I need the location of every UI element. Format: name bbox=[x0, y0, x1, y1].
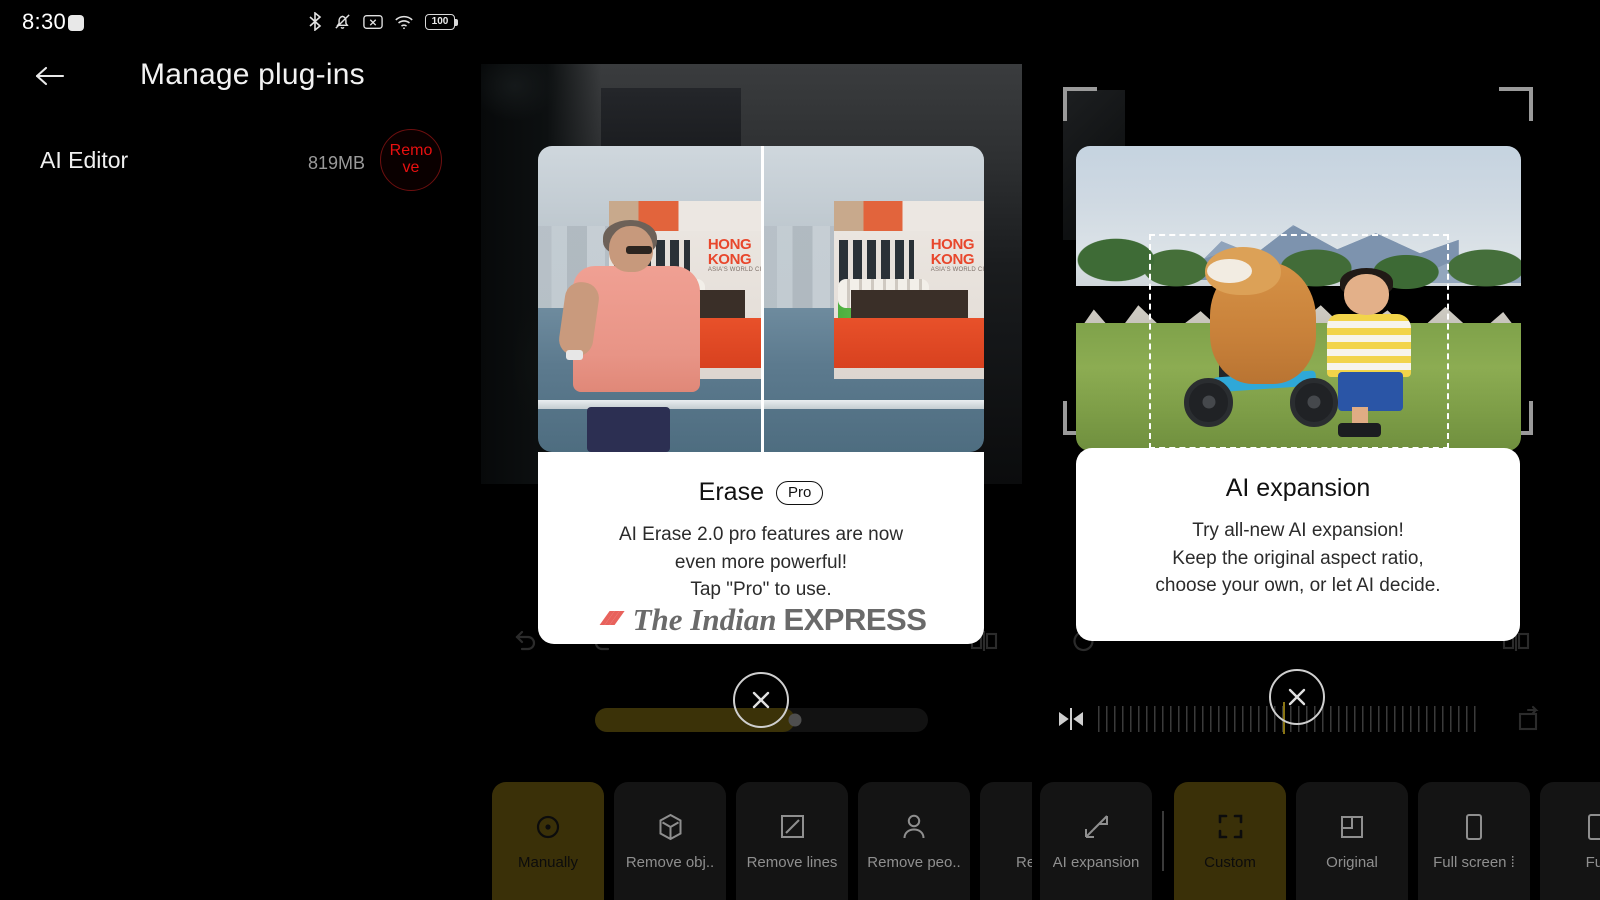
erase-toolbar: Manually Remove obj.. Remove lines Remov… bbox=[492, 782, 1032, 900]
original-ratio-icon bbox=[1339, 812, 1365, 842]
tool-label: Remove peo.. bbox=[867, 853, 961, 871]
screen-root: 8:30 100 Manage plug-ins AI Editor 819MB… bbox=[0, 0, 1600, 900]
expansion-preview-panel bbox=[1040, 60, 1600, 480]
tool-remove-partial[interactable]: Remo bbox=[980, 782, 1032, 900]
erase-card-title: Erase bbox=[698, 478, 764, 506]
sim-off-icon bbox=[363, 14, 383, 30]
tool-label: Original bbox=[1326, 853, 1378, 871]
wifi-icon bbox=[394, 14, 414, 30]
erase-info-card: Erase Pro AI Erase 2.0 pro features are … bbox=[538, 452, 984, 644]
tool-label: Manually bbox=[517, 853, 579, 871]
reset-icon[interactable] bbox=[1514, 702, 1544, 737]
watermark: The Indian EXPRESS bbox=[596, 602, 927, 638]
slider-thumb[interactable] bbox=[788, 713, 802, 727]
pro-badge[interactable]: Pro bbox=[775, 480, 824, 505]
erase-background-skyline bbox=[601, 88, 741, 148]
plugin-name: AI Editor bbox=[40, 147, 129, 173]
tool-full-screen[interactable]: Full screen ⁞ bbox=[1418, 782, 1530, 900]
battery-icon: 100 bbox=[425, 13, 458, 30]
tool-original[interactable]: Original bbox=[1296, 782, 1408, 900]
phone-screen-icon bbox=[1464, 812, 1484, 842]
back-arrow-icon[interactable] bbox=[32, 60, 68, 92]
remove-button[interactable]: Remove bbox=[380, 129, 442, 191]
page-title: Manage plug-ins bbox=[140, 58, 365, 91]
erase-card-title-row: Erase Pro bbox=[699, 478, 824, 507]
erase-preview-panel: HONG KONG ASIA'S WORLD CITY bbox=[481, 64, 1022, 644]
mute-bell-icon bbox=[333, 12, 352, 31]
ferry-label-after: HONG KONG ASIA'S WORLD CITY bbox=[930, 235, 984, 274]
tool-label: Ful bbox=[1585, 853, 1600, 871]
toolbar-divider bbox=[1162, 811, 1164, 871]
expansion-photo bbox=[1076, 146, 1521, 451]
erase-close-button[interactable] bbox=[733, 672, 789, 728]
tool-label: Remo bbox=[1015, 853, 1032, 871]
ferry-label-before: HONG KONG ASIA'S WORLD CITY bbox=[707, 235, 761, 274]
crop-handle-top-right[interactable] bbox=[1499, 87, 1533, 121]
tool-label: Full screen ⁞ bbox=[1433, 853, 1515, 871]
crop-corners-icon bbox=[1217, 812, 1244, 842]
watermark-express: EXPRESS bbox=[783, 602, 927, 637]
partial-icon bbox=[1023, 812, 1032, 842]
tool-ai-expansion[interactable]: AI expansion bbox=[1040, 782, 1152, 900]
line-square-icon bbox=[779, 812, 806, 842]
tool-remove-people[interactable]: Remove peo.. bbox=[858, 782, 970, 900]
status-time: 8:30 bbox=[22, 9, 67, 34]
expansion-card-title: AI expansion bbox=[1225, 474, 1371, 502]
remove-button-label: Remove bbox=[389, 142, 433, 176]
plugin-row: AI Editor 819MB Remove bbox=[0, 129, 470, 195]
person-icon bbox=[901, 812, 927, 842]
erase-photo-after: HONG KONG ASIA'S WORLD CITY bbox=[761, 146, 984, 452]
expansion-close-button[interactable] bbox=[1269, 669, 1325, 725]
flip-horizontal-icon[interactable] bbox=[1056, 706, 1086, 737]
tool-remove-object[interactable]: Remove obj.. bbox=[614, 782, 726, 900]
status-icon-group: 100 bbox=[308, 12, 458, 31]
expansion-toolbar: AI expansion Custom Original Full screen… bbox=[1040, 782, 1600, 900]
erase-comparison-photo: HONG KONG ASIA'S WORLD CITY bbox=[538, 146, 984, 452]
partial-icon bbox=[1586, 812, 1600, 842]
cube-icon bbox=[657, 812, 684, 842]
tool-remove-lines[interactable]: Remove lines bbox=[736, 782, 848, 900]
tool-custom[interactable]: Custom bbox=[1174, 782, 1286, 900]
watermark-the-indian: The Indian bbox=[632, 602, 777, 637]
crop-handle-top-left[interactable] bbox=[1063, 87, 1097, 121]
watermark-logo-icon bbox=[599, 611, 625, 625]
bluetooth-icon bbox=[308, 12, 322, 31]
status-bar: 8:30 100 bbox=[0, 0, 1600, 46]
undo-icon[interactable] bbox=[513, 628, 539, 659]
expand-arrow-icon bbox=[1083, 812, 1110, 842]
recording-dot-icon bbox=[68, 15, 84, 31]
erase-photo-before: HONG KONG ASIA'S WORLD CITY bbox=[538, 146, 761, 452]
expansion-card-title-row: AI expansion bbox=[1226, 474, 1371, 503]
tool-label: Custom bbox=[1204, 853, 1256, 871]
erase-card-description: AI Erase 2.0 pro features are now even m… bbox=[618, 524, 904, 601]
brush-dot-icon bbox=[534, 812, 562, 842]
expansion-card-description: Try all-new AI expansion! Keep the origi… bbox=[1155, 520, 1441, 597]
tool-label: AI expansion bbox=[1052, 853, 1140, 871]
expansion-info-card: AI expansion Try all-new AI expansion! K… bbox=[1076, 448, 1520, 641]
erase-subject-person bbox=[557, 219, 703, 452]
tool-label: Remove obj.. bbox=[625, 853, 715, 871]
tool-label: Remove lines bbox=[746, 853, 838, 871]
plugin-size: 819MB bbox=[308, 153, 366, 173]
crop-dashed-overlay[interactable] bbox=[1149, 234, 1449, 449]
tool-full-partial[interactable]: Ful bbox=[1540, 782, 1600, 900]
battery-level: 100 bbox=[431, 15, 449, 27]
tool-manually[interactable]: Manually bbox=[492, 782, 604, 900]
